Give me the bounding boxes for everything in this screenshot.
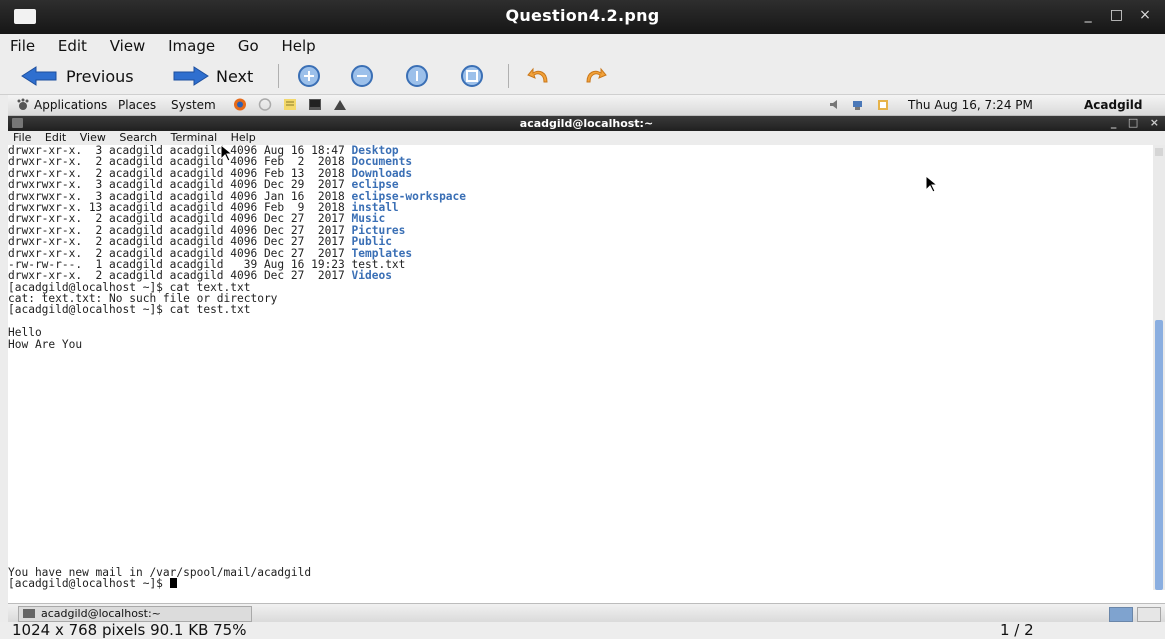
viewer-titlebar: Question4.2.png _ □ × [0, 0, 1165, 34]
menu-help[interactable]: Help [281, 34, 315, 58]
prompt-text: [acadgild@localhost ~]$ [8, 577, 170, 590]
menu-file[interactable]: File [10, 34, 35, 58]
terminal-menu-file[interactable]: File [13, 131, 31, 145]
menu-image[interactable]: Image [168, 34, 215, 58]
text-editor-icon[interactable] [283, 98, 297, 111]
listing-row: drwxr-xr-x. 2 acadgild acadgild 4096 Dec… [8, 269, 392, 283]
terminal-minimize-button[interactable]: _ [1111, 116, 1117, 129]
network-icon[interactable] [852, 98, 866, 111]
zoom-in-icon[interactable] [297, 64, 321, 88]
output-line: How Are You [8, 337, 83, 351]
image-page-indicator: 1 / 2 [1000, 621, 1034, 639]
terminal-menu-view[interactable]: View [80, 131, 106, 145]
viewer-menubar: File Edit View Image Go Help [0, 34, 1165, 58]
mouse-pointer-icon [925, 175, 939, 193]
toolbar-divider [508, 64, 509, 88]
prompt-line[interactable]: [acadgild@localhost ~]$ [8, 578, 177, 589]
firefox-icon[interactable] [233, 98, 247, 111]
terminal-title: acadgild@localhost:~ [519, 117, 654, 130]
output-line: Hello [8, 326, 42, 340]
zoom-out-icon[interactable] [350, 64, 374, 88]
mail-client-icon[interactable] [258, 98, 272, 111]
terminal-menu-search[interactable]: Search [119, 131, 157, 145]
zoom-normal-icon[interactable] [405, 64, 429, 88]
previous-button[interactable]: Previous [20, 63, 134, 89]
command-line: [acadgild@localhost ~]$ cat test.txt [8, 303, 251, 317]
next-label: Next [216, 66, 254, 86]
toolbar-divider [278, 64, 279, 88]
scroll-up-arrow[interactable] [1155, 148, 1163, 156]
previous-label: Previous [66, 66, 134, 86]
terminal-menu-help[interactable]: Help [231, 131, 256, 145]
workspace-1[interactable] [1109, 607, 1133, 622]
terminal-window-icon [23, 609, 35, 618]
mouse-pointer-icon [220, 144, 234, 162]
terminal-maximize-button[interactable]: □ [1128, 116, 1138, 129]
gnome-foot-icon [17, 98, 29, 110]
terminal-scrollbar[interactable] [1153, 145, 1165, 590]
taskbar-terminal-label: acadgild@localhost:~ [41, 607, 161, 620]
update-notifier-icon[interactable] [876, 98, 890, 111]
minimize-button[interactable]: _ [1076, 7, 1100, 23]
panel-user[interactable]: Acadgild [1084, 98, 1143, 112]
terminal-window-controls: _ □ × [1111, 116, 1159, 129]
terminal-menubar: File Edit View Search Terminal Help [8, 131, 1165, 145]
desktop-bottom-panel: acadgild@localhost:~ [8, 603, 1165, 622]
desktop-top-panel: Applications Places System Thu Aug 16, 7… [8, 95, 1165, 116]
terminal-launcher-icon[interactable] [308, 98, 322, 111]
screenshot-tool-icon[interactable] [333, 98, 347, 111]
close-button[interactable]: × [1133, 7, 1157, 23]
panel-clock[interactable]: Thu Aug 16, 7:24 PM [908, 98, 1033, 112]
menu-go[interactable]: Go [238, 34, 259, 58]
rotate-left-icon[interactable] [527, 64, 551, 88]
viewer-window-controls: _ □ × [1076, 7, 1157, 23]
viewer-statusbar: 1024 x 768 pixels 90.1 KB 75% 1 / 2 [0, 621, 1165, 639]
viewer-title: Question4.2.png [505, 6, 660, 25]
zoom-fit-icon[interactable] [460, 64, 484, 88]
text-cursor [169, 578, 177, 588]
volume-icon[interactable] [828, 98, 842, 111]
rotate-right-icon[interactable] [583, 64, 607, 88]
dir-name: Videos [351, 269, 392, 283]
menu-edit[interactable]: Edit [58, 34, 87, 58]
taskbar-terminal-button[interactable]: acadgild@localhost:~ [18, 606, 252, 622]
terminal-titlebar: acadgild@localhost:~ _ □ × [8, 116, 1165, 131]
arrow-left-icon [21, 66, 57, 86]
menu-view[interactable]: View [110, 34, 146, 58]
scrollbar-thumb[interactable] [1155, 320, 1163, 590]
maximize-button[interactable]: □ [1105, 7, 1129, 23]
terminal-menu-edit[interactable]: Edit [45, 131, 66, 145]
panel-system[interactable]: System [171, 98, 216, 112]
panel-places[interactable]: Places [118, 98, 156, 112]
terminal-menu-terminal[interactable]: Terminal [171, 131, 218, 145]
image-canvas: Applications Places System Thu Aug 16, 7… [8, 95, 1165, 622]
viewer-toolbar: Previous Next [0, 58, 1165, 95]
arrow-right-icon [173, 66, 209, 86]
panel-applications[interactable]: Applications [34, 98, 107, 112]
terminal-output[interactable]: drwxr-xr-x. 3 acadgild acadgild 4096 Aug… [8, 145, 1153, 590]
image-info: 1024 x 768 pixels 90.1 KB 75% [12, 621, 247, 639]
workspace-2[interactable] [1137, 607, 1161, 622]
next-button[interactable]: Next [170, 63, 253, 89]
terminal-close-button[interactable]: × [1150, 116, 1159, 129]
